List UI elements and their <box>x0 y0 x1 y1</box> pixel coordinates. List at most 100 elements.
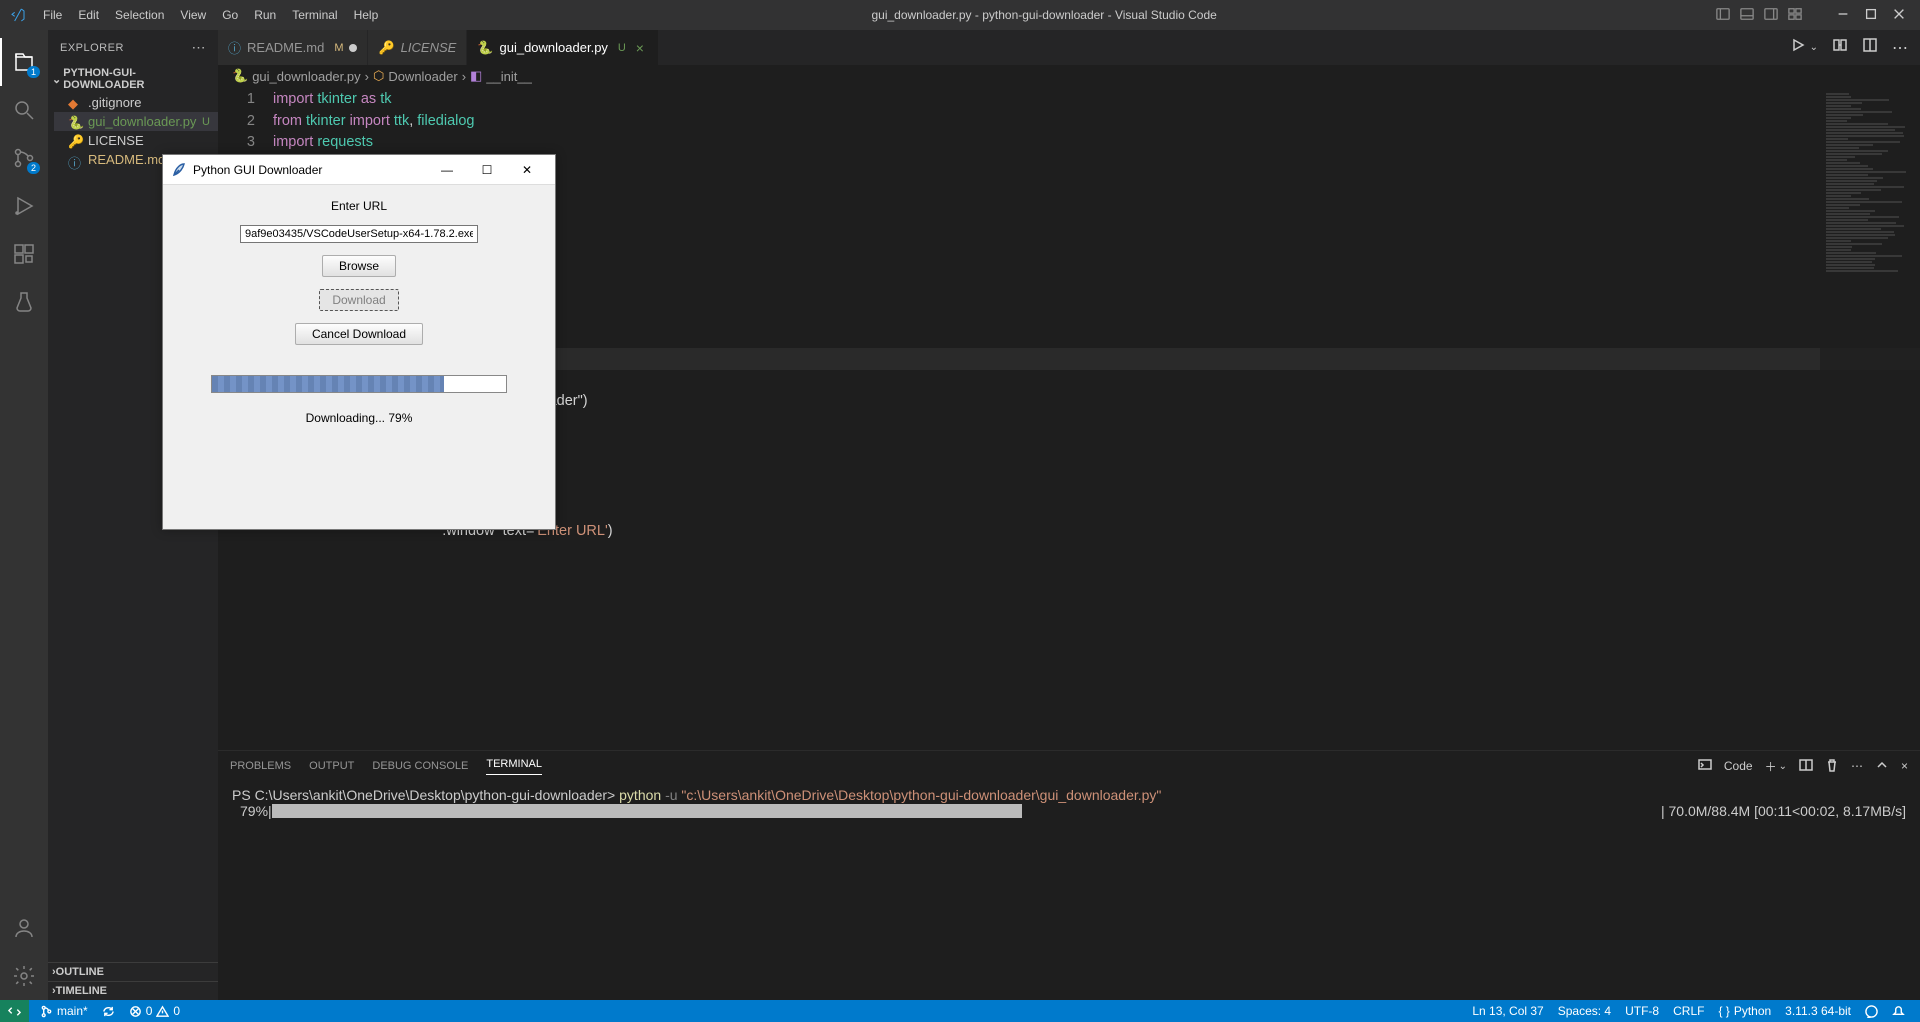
python-icon: 🐍 <box>68 115 82 129</box>
outline-section[interactable]: › OUTLINE <box>48 962 218 981</box>
status-problems[interactable]: 0 0 <box>122 1004 187 1018</box>
menu-run[interactable]: Run <box>246 8 284 22</box>
layout-sidebar-right-icon[interactable] <box>1764 7 1778 24</box>
terminal-profile-label[interactable]: Code <box>1724 759 1753 773</box>
bottom-panel: PROBLEMS OUTPUT DEBUG CONSOLE TERMINAL C… <box>218 750 1920 1000</box>
activity-debug[interactable] <box>0 182 48 230</box>
breadcrumb[interactable]: 🐍 gui_downloader.py › ⬡ Downloader › ◧ _… <box>218 65 1920 87</box>
status-eol[interactable]: CRLF <box>1666 1004 1711 1018</box>
minimap[interactable] <box>1820 87 1920 750</box>
timeline-section[interactable]: › TIMELINE <box>48 981 218 1000</box>
title-bar: File Edit Selection View Go Run Terminal… <box>0 0 1920 30</box>
explorer-badge: 1 <box>27 66 40 78</box>
status-notifications-icon[interactable] <box>1885 1005 1912 1018</box>
menu-edit[interactable]: Edit <box>70 8 107 22</box>
dialog-minimize-icon[interactable]: — <box>427 163 467 177</box>
window-maximize-icon[interactable] <box>1864 7 1878 24</box>
unsaved-dot-icon <box>349 44 357 52</box>
chevron-down-icon: ⌄ <box>52 73 61 86</box>
terminal-dropdown-icon[interactable]: ⌄ <box>1779 761 1787 772</box>
panel-tab-debug[interactable]: DEBUG CONSOLE <box>372 760 468 772</box>
status-language[interactable]: { }Python <box>1711 1004 1778 1018</box>
status-bar: main* 0 0 Ln 13, Col 37 Spaces: 4 UTF-8 … <box>0 1000 1920 1022</box>
explorer-more-icon[interactable]: ⋯ <box>192 39 207 56</box>
activity-explorer[interactable]: 1 <box>0 38 48 86</box>
status-cursor[interactable]: Ln 13, Col 37 <box>1465 1004 1550 1018</box>
run-play-icon[interactable] <box>1790 37 1806 58</box>
main-menu: File Edit Selection View Go Run Terminal… <box>35 8 386 22</box>
status-sync[interactable] <box>95 1005 122 1018</box>
dialog-maximize-icon[interactable]: ☐ <box>467 163 507 177</box>
panel-tab-terminal[interactable]: TERMINAL <box>486 758 542 775</box>
file-gui-downloader[interactable]: 🐍 gui_downloader.py U <box>54 112 218 131</box>
dialog-titlebar[interactable]: Python GUI Downloader — ☐ ✕ <box>163 155 555 185</box>
menu-help[interactable]: Help <box>346 8 387 22</box>
window-minimize-icon[interactable] <box>1836 7 1850 24</box>
python-icon: 🐍 <box>232 68 248 84</box>
panel-tab-output[interactable]: OUTPUT <box>309 760 354 772</box>
dialog-close-icon[interactable]: ✕ <box>507 163 547 177</box>
tab-license[interactable]: 🔑 LICENSE <box>368 30 467 65</box>
layout-panel-icon[interactable] <box>1740 7 1754 24</box>
layout-sidebar-left-icon[interactable] <box>1716 7 1730 24</box>
tab-readme[interactable]: ⓘ README.md M <box>218 30 368 65</box>
status-encoding[interactable]: UTF-8 <box>1618 1004 1666 1018</box>
split-terminal-icon[interactable] <box>1799 758 1813 775</box>
method-icon: ◧ <box>470 68 482 84</box>
close-icon[interactable]: × <box>632 40 648 56</box>
status-branch[interactable]: main* <box>33 1004 95 1018</box>
activity-settings[interactable] <box>0 952 48 1000</box>
git-icon: ◆ <box>68 96 82 110</box>
workspace-folder[interactable]: ⌄ PYTHON-GUI-DOWNLOADER <box>48 65 218 93</box>
url-input[interactable] <box>240 225 478 243</box>
activity-scm[interactable]: 2 <box>0 134 48 182</box>
kill-terminal-icon[interactable] <box>1825 758 1839 775</box>
editor-tabs: ⓘ README.md M 🔑 LICENSE 🐍 gui_downloader… <box>218 30 1920 65</box>
browse-button[interactable]: Browse <box>322 255 396 277</box>
url-label: Enter URL <box>331 199 387 213</box>
progress-bar <box>211 375 507 393</box>
vscode-logo-icon <box>0 7 35 23</box>
menu-terminal[interactable]: Terminal <box>284 8 345 22</box>
new-terminal-icon[interactable]: ＋ <box>1765 758 1777 775</box>
activity-accounts[interactable] <box>0 904 48 952</box>
key-icon: 🔑 <box>378 40 394 56</box>
more-terminal-icon[interactable]: ⋯ <box>1851 759 1863 773</box>
explorer-header: EXPLORER ⋯ <box>48 30 218 65</box>
activity-search[interactable] <box>0 86 48 134</box>
more-actions-icon[interactable]: ⋯ <box>1892 38 1908 58</box>
python-icon: 🐍 <box>477 40 493 56</box>
panel-tab-problems[interactable]: PROBLEMS <box>230 760 291 772</box>
window-close-icon[interactable] <box>1892 7 1906 24</box>
downloader-dialog: Python GUI Downloader — ☐ ✕ Enter URL Br… <box>162 154 556 530</box>
info-icon: ⓘ <box>228 38 241 57</box>
status-spaces[interactable]: Spaces: 4 <box>1551 1004 1618 1018</box>
tab-gui-downloader[interactable]: 🐍 gui_downloader.py U × <box>467 30 659 65</box>
download-button[interactable]: Download <box>319 289 398 311</box>
activity-testing[interactable] <box>0 278 48 326</box>
activity-bar: 1 2 <box>0 30 48 1000</box>
menu-file[interactable]: File <box>35 8 70 22</box>
compare-changes-icon[interactable] <box>1832 37 1848 58</box>
split-editor-icon[interactable] <box>1862 37 1878 58</box>
activity-extensions[interactable] <box>0 230 48 278</box>
dialog-title: Python GUI Downloader <box>193 163 322 177</box>
close-panel-icon[interactable]: × <box>1901 759 1908 773</box>
maximize-panel-icon[interactable] <box>1875 758 1889 775</box>
file-license[interactable]: 🔑 LICENSE <box>54 131 218 150</box>
run-dropdown-icon[interactable]: ⌄ <box>1810 42 1818 53</box>
status-feedback-icon[interactable] <box>1858 1005 1885 1018</box>
launch-profile-icon[interactable] <box>1698 758 1712 775</box>
status-interpreter[interactable]: 3.11.3 64-bit <box>1778 1004 1858 1018</box>
file-gitignore[interactable]: ◆ .gitignore <box>54 93 218 112</box>
menu-go[interactable]: Go <box>214 8 246 22</box>
menu-selection[interactable]: Selection <box>107 8 172 22</box>
menu-view[interactable]: View <box>172 8 214 22</box>
remote-indicator[interactable] <box>0 1000 29 1022</box>
layout-customize-icon[interactable] <box>1788 7 1802 24</box>
key-icon: 🔑 <box>68 134 82 148</box>
cancel-download-button[interactable]: Cancel Download <box>295 323 423 345</box>
class-icon: ⬡ <box>373 68 384 84</box>
terminal-content[interactable]: PS C:\Users\ankit\OneDrive\Desktop\pytho… <box>218 781 1920 1000</box>
info-icon: ⓘ <box>68 153 82 167</box>
